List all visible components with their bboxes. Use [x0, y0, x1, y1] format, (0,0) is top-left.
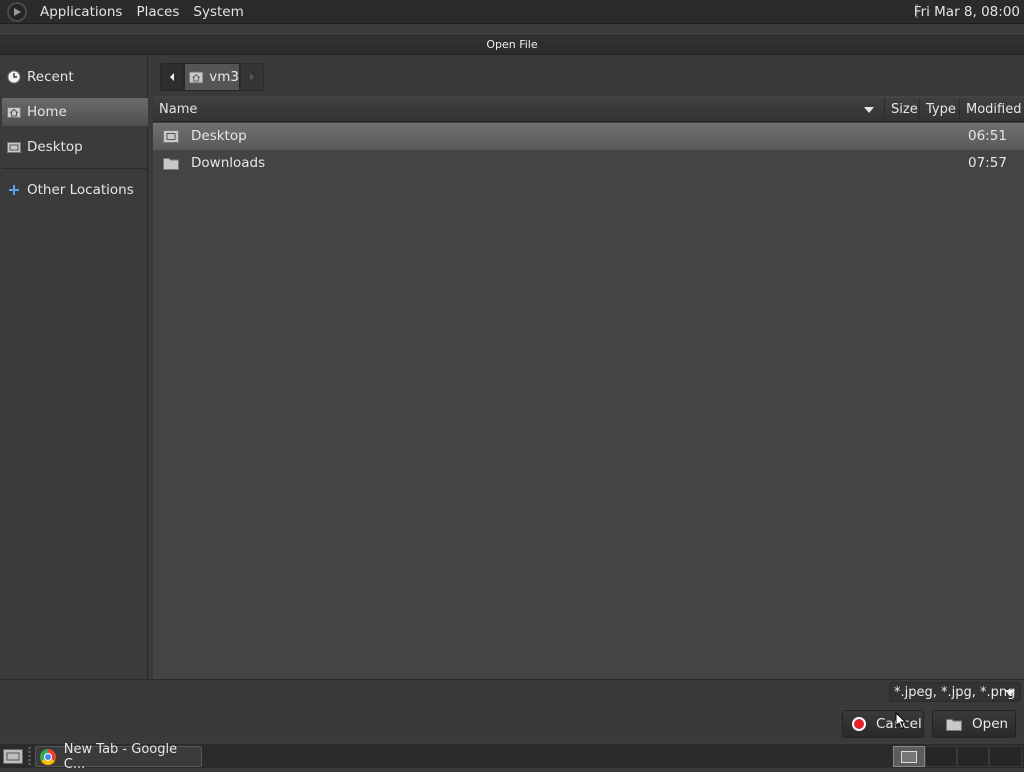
workspace-1[interactable]: [893, 746, 925, 767]
open-folder-icon: [946, 719, 962, 731]
home-folder-icon: [7, 105, 21, 119]
main-menu-logo-icon[interactable]: [7, 1, 27, 22]
sidebar-item-recent[interactable]: Recent: [2, 63, 148, 91]
path-crumb-vm3[interactable]: vm3: [184, 63, 240, 91]
chevron-right-icon: [250, 73, 254, 81]
places-sidebar: Recent Home Desktop Other Locations: [2, 56, 148, 679]
home-folder-icon: [189, 71, 204, 84]
column-type[interactable]: Type: [919, 98, 959, 122]
sidebar-item-label: Recent: [27, 69, 74, 85]
taskbar-task-chrome[interactable]: New Tab - Google C...: [35, 742, 202, 772]
sort-descending-icon: [864, 107, 874, 113]
places-menu[interactable]: Places: [129, 0, 186, 24]
bottom-taskbar: New Tab - Google C...: [0, 742, 1024, 772]
dialog-title: Open File: [0, 33, 1024, 55]
workspace-window-icon: [901, 750, 917, 763]
desktop-folder-icon: [163, 130, 179, 143]
file-name: Downloads: [191, 155, 266, 171]
file-row-downloads[interactable]: Downloads 07:57: [153, 150, 1024, 177]
file-filter-value: *.jpeg, *.jpg, *.png: [894, 684, 1016, 700]
folder-icon: [163, 158, 179, 170]
file-filter-dropdown[interactable]: *.jpeg, *.jpg, *.png: [889, 682, 1021, 702]
open-file-dialog: Open File Recent Home Desktop Other Loca…: [0, 33, 1024, 743]
chevron-down-icon: [1005, 690, 1015, 696]
desktop-folder-icon: [7, 140, 21, 154]
mouse-cursor-icon: [895, 712, 907, 730]
show-desktop-icon[interactable]: [2, 747, 24, 765]
top-panel: Applications Places System Fri Mar 8, 08…: [0, 0, 1024, 24]
cancel-icon: [852, 717, 866, 731]
column-name-label: Name: [159, 102, 198, 117]
chrome-icon: [40, 748, 56, 765]
sidebar-item-label: Home: [27, 104, 67, 120]
dialog-action-area: *.jpeg, *.jpg, *.png Cancel Open: [0, 679, 1024, 743]
path-back-button[interactable]: [160, 63, 184, 91]
taskbar-task-label: New Tab - Google C...: [63, 741, 178, 772]
column-name[interactable]: Name: [153, 98, 884, 122]
sidebar-divider: [2, 168, 148, 169]
file-name: Desktop: [191, 128, 247, 144]
workspace-2[interactable]: [925, 746, 957, 767]
file-modified: 06:51: [968, 128, 1007, 144]
path-bar: vm3: [153, 56, 1024, 96]
sidebar-item-other-locations[interactable]: Other Locations: [2, 176, 148, 204]
path-crumb-label: vm3: [209, 69, 239, 85]
column-modified[interactable]: Modified: [959, 98, 1024, 122]
open-button-label: Open: [972, 716, 1009, 732]
column-header: Name Size Type Modified: [153, 98, 1024, 122]
chevron-left-icon: [170, 73, 174, 81]
cancel-button[interactable]: Cancel: [842, 710, 924, 738]
top-menu: Applications Places System: [33, 0, 251, 24]
recent-icon: [7, 70, 21, 84]
clock[interactable]: Fri Mar 8, 08:00: [914, 0, 1020, 24]
file-row-desktop[interactable]: Desktop 06:51: [153, 123, 1024, 150]
path-forward-button[interactable]: [240, 63, 264, 91]
sidebar-item-label: Desktop: [27, 139, 83, 155]
system-menu[interactable]: System: [186, 0, 250, 24]
open-button[interactable]: Open: [932, 710, 1016, 738]
file-modified: 07:57: [968, 155, 1007, 171]
sidebar-item-home[interactable]: Home: [2, 98, 148, 126]
sidebar-item-label: Other Locations: [27, 182, 134, 198]
workspace-3[interactable]: [957, 746, 989, 767]
file-browser: vm3 Name Size Type Modified Desktop 06:5…: [153, 56, 1024, 679]
workspace-4[interactable]: [989, 746, 1022, 767]
plus-icon: [7, 183, 21, 197]
column-size[interactable]: Size: [884, 98, 919, 122]
sidebar-item-desktop[interactable]: Desktop: [2, 133, 148, 161]
taskbar-grip: [28, 747, 31, 765]
applications-menu[interactable]: Applications: [33, 0, 129, 24]
